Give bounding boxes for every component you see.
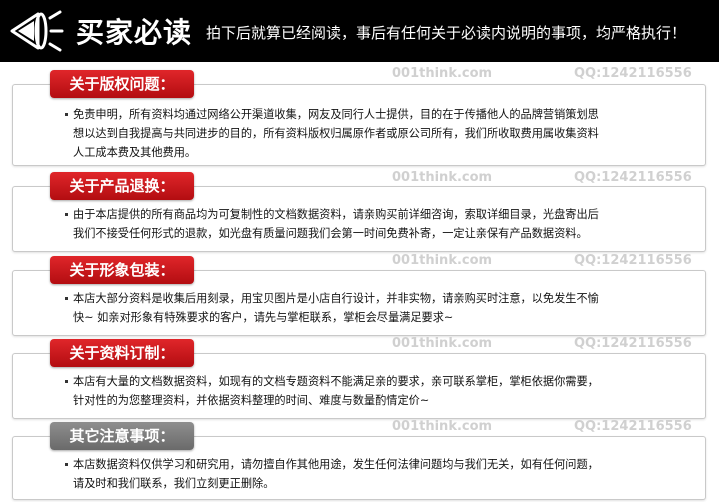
section-tag: 关于版权问题： bbox=[50, 70, 194, 98]
body-line: 本店数据资料仅供学习和研究用，请勿擅自作其他用途，发生任何法律问题均与我们无关，… bbox=[73, 458, 599, 471]
bullet-icon bbox=[65, 213, 68, 216]
body-line: 请及时和我们联系，我们立刻更正删除。 bbox=[73, 477, 275, 490]
section-tag: 关于产品退换： bbox=[50, 172, 194, 200]
watermark-site: 001think.com bbox=[392, 419, 493, 434]
section-packaging: 本店大部分资料是收集后用刻录，用宝贝图片是小店自行设计，并非实物，请亲购买时注意… bbox=[12, 256, 706, 336]
section-custom: 本店有大量的文档数据资料，如现有的文档专题资料不能满足亲的要求，亲可联系掌柜，掌… bbox=[12, 339, 706, 419]
watermark-site: 001think.com bbox=[392, 336, 493, 351]
bullet-icon bbox=[65, 113, 68, 116]
body-line: 我们不接受任何形式的退款，如光盘有质量问题我们会第一时间免费补寄，一定让亲保有产… bbox=[73, 227, 588, 240]
bullet-icon bbox=[65, 380, 68, 383]
body-line: 针对性的为您整理资料，并依据资料整理的时间、难度与数量酌情定价~ bbox=[73, 394, 430, 407]
section-tag: 其它注意事项： bbox=[50, 422, 194, 450]
section-tag: 关于资料订制： bbox=[50, 339, 194, 367]
bullet-icon bbox=[65, 297, 68, 300]
body-line: 本店有大量的文档数据资料，如现有的文档专题资料不能满足亲的要求，亲可联系掌柜，掌… bbox=[73, 375, 599, 388]
body-line: 由于本店提供的所有商品均为可复制性的文档数据资料，请亲购买前详细咨询，索取详细目… bbox=[73, 208, 599, 221]
section-body: 免责申明，所有资料均通过网络公开渠道收集，网友及同行人士提供，目的在于传播他人的… bbox=[65, 105, 673, 162]
watermark-qq: QQ:1242116556 bbox=[574, 336, 692, 351]
section-body: 由于本店提供的所有商品均为可复制性的文档数据资料，请亲购买前详细咨询，索取详细目… bbox=[65, 205, 673, 243]
watermark-site: 001think.com bbox=[392, 253, 493, 268]
page-title: 买家必读 bbox=[76, 16, 193, 49]
watermark-qq: QQ:1242116556 bbox=[574, 253, 692, 268]
section-body: 本店数据资料仅供学习和研究用，请勿擅自作其他用途，发生任何法律问题均与我们无关，… bbox=[65, 455, 673, 493]
section-body: 本店大部分资料是收集后用刻录，用宝贝图片是小店自行设计，并非实物，请亲购买时注意… bbox=[65, 289, 673, 327]
body-line: 免责申明，所有资料均通过网络公开渠道收集，网友及同行人士提供，目的在于传播他人的… bbox=[73, 108, 599, 121]
body-line: 快~ 如亲对形象有特殊要求的客户，请先与掌柜联系，掌柜会尽量满足要求~ bbox=[73, 311, 454, 324]
watermark-qq: QQ:1242116556 bbox=[574, 170, 692, 185]
megaphone-icon bbox=[10, 10, 64, 52]
section-copyright: 免责申明，所有资料均通过网络公开渠道收集，网友及同行人士提供，目的在于传播他人的… bbox=[12, 70, 706, 166]
header-banner: 买家必读 拍下后就算已经阅读，事后有任何关于必读内说明的事项，均严格执行！ bbox=[0, 0, 719, 62]
section-tag: 关于形象包装： bbox=[50, 256, 194, 284]
body-line: 想以达到自我提高与共同进步的目的，所有资料版权归属原作者或原公司所有，我们所收取… bbox=[73, 127, 599, 140]
body-line: 人工成本费及其他费用。 bbox=[73, 146, 197, 159]
section-body: 本店有大量的文档数据资料，如现有的文档专题资料不能满足亲的要求，亲可联系掌柜，掌… bbox=[65, 372, 673, 410]
watermark-site: 001think.com bbox=[392, 170, 493, 185]
page-subtitle: 拍下后就算已经阅读，事后有任何关于必读内说明的事项，均严格执行！ bbox=[206, 24, 687, 42]
bullet-icon bbox=[65, 463, 68, 466]
watermark-qq: QQ:1242116556 bbox=[574, 419, 692, 434]
body-line: 本店大部分资料是收集后用刻录，用宝贝图片是小店自行设计，并非实物，请亲购买时注意… bbox=[73, 292, 599, 305]
watermark-site: 001think.com bbox=[392, 66, 493, 81]
watermark-qq: QQ:1242116556 bbox=[574, 66, 692, 81]
